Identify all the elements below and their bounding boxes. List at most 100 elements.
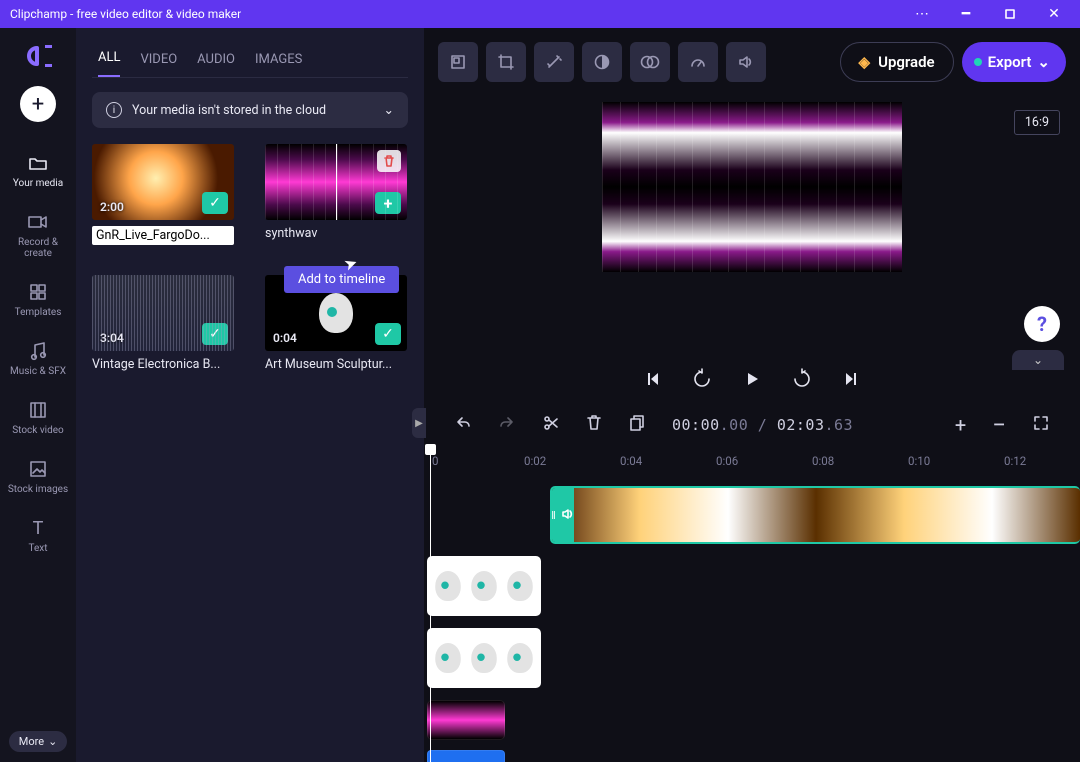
delete-button[interactable]: [586, 414, 602, 436]
undo-button[interactable]: [454, 414, 472, 436]
window-title: Clipchamp - free video editor & video ma…: [10, 7, 902, 21]
rail-label: Music & SFX: [10, 366, 66, 377]
clip-sculpture-1[interactable]: [427, 556, 541, 616]
tab-all[interactable]: ALL: [98, 50, 120, 77]
folder-icon: [27, 152, 49, 174]
redo-button[interactable]: [498, 414, 516, 436]
add-media-button[interactable]: +: [20, 86, 56, 122]
filters-tool[interactable]: [630, 42, 670, 82]
timeline-ruler[interactable]: 0 0:02 0:04 0:06 0:08 0:10 0:12: [424, 448, 1080, 476]
window-close-icon[interactable]: ✕: [1034, 2, 1074, 26]
added-check-icon: ✓: [202, 192, 228, 214]
app-logo: [20, 38, 56, 74]
help-button[interactable]: ?: [1024, 306, 1060, 342]
rail-stock-video[interactable]: Stock video: [0, 391, 76, 444]
add-to-timeline-button[interactable]: +: [375, 192, 401, 214]
left-rail: + Your media Record & create Templates M…: [0, 28, 76, 762]
chevron-down-icon: ⌄: [384, 102, 394, 118]
rail-music-sfx[interactable]: Music & SFX: [0, 332, 76, 385]
rail-label: Templates: [15, 307, 62, 318]
rail-your-media[interactable]: Your media: [0, 144, 76, 197]
rewind-5-icon[interactable]: [691, 368, 713, 390]
ruler-tick: 0:10: [908, 454, 930, 468]
contrast-tool[interactable]: [582, 42, 622, 82]
aspect-ratio-badge[interactable]: 16:9: [1014, 110, 1060, 135]
clip-video-main[interactable]: ‖: [550, 486, 1080, 544]
add-to-timeline-tooltip: Add to timeline: [284, 266, 399, 293]
rail-templates[interactable]: Templates: [0, 273, 76, 326]
rail-label: Stock images: [8, 484, 68, 495]
tab-images[interactable]: IMAGES: [255, 52, 302, 77]
window-minimize-icon[interactable]: ━: [946, 2, 986, 26]
upgrade-button[interactable]: ◈ Upgrade: [840, 42, 954, 82]
skip-start-icon[interactable]: [641, 370, 663, 388]
media-thumb[interactable]: 2:00 ✓: [92, 144, 234, 220]
media-label: GnR_Live_FargoDo...: [92, 226, 234, 245]
duration-badge: 3:04: [100, 331, 124, 345]
zoom-in-button[interactable]: +: [955, 413, 966, 437]
media-thumb[interactable]: 3:04 ✓: [92, 275, 234, 351]
tab-video[interactable]: VIDEO: [140, 52, 177, 77]
pause-bars-icon: ‖: [551, 509, 556, 522]
ruler-tick: 0:06: [716, 454, 738, 468]
cloud-storage-banner[interactable]: i Your media isn't stored in the cloud ⌄: [92, 92, 408, 128]
split-button[interactable]: [542, 414, 560, 436]
timeline: ▶ 00:00.00 / 02:03.63: [424, 402, 1080, 762]
clip-synthwave[interactable]: [427, 700, 505, 740]
window-more-icon[interactable]: ⋯: [902, 2, 942, 26]
rail-record-create[interactable]: Record & create: [0, 203, 76, 267]
chevron-down-icon: ⌄: [48, 735, 57, 748]
layout-tool[interactable]: [438, 42, 478, 82]
text-icon: T: [27, 517, 49, 539]
delete-media-icon[interactable]: [377, 150, 401, 172]
sculpture-icon: [319, 293, 353, 333]
rail-more-button[interactable]: More ⌄: [9, 731, 68, 752]
rail-label: Record & create: [4, 237, 72, 259]
clip-handle[interactable]: ‖: [552, 488, 574, 542]
speed-tool[interactable]: [678, 42, 718, 82]
collapse-preview-button[interactable]: ⌄: [1012, 350, 1064, 370]
media-label: Art Museum Sculptur...: [265, 357, 407, 372]
fit-button[interactable]: [1032, 414, 1050, 436]
clip-audio-icon: [561, 507, 575, 524]
clip-audio[interactable]: [427, 750, 505, 762]
status-dot-icon: [974, 58, 982, 66]
tab-audio[interactable]: AUDIO: [197, 52, 235, 77]
added-check-icon: ✓: [202, 323, 228, 345]
media-card-2[interactable]: + synthwav: [265, 144, 408, 245]
media-thumb[interactable]: +: [265, 144, 407, 220]
video-preview[interactable]: [602, 102, 902, 272]
playhead[interactable]: [430, 448, 431, 762]
zoom-out-button[interactable]: −: [992, 411, 1006, 439]
media-card-1[interactable]: 2:00 ✓ GnR_Live_FargoDo...: [92, 144, 235, 245]
media-card-3[interactable]: 3:04 ✓ Vintage Electronica B...: [92, 275, 235, 372]
rail-label: Stock video: [12, 425, 64, 436]
info-icon: i: [106, 102, 122, 118]
expand-sidebar-button[interactable]: ▶: [412, 408, 426, 438]
ruler-tick: 0:04: [620, 454, 642, 468]
forward-5-icon[interactable]: [791, 368, 813, 390]
camera-icon: [27, 211, 49, 233]
volume-tool[interactable]: [726, 42, 766, 82]
rail-text[interactable]: T Text: [0, 509, 76, 562]
rail-stock-images[interactable]: Stock images: [0, 450, 76, 503]
window-maximize-icon[interactable]: [990, 2, 1030, 26]
ruler-tick: 0: [432, 454, 438, 468]
duplicate-button[interactable]: [628, 414, 646, 436]
duration-badge: 2:00: [100, 200, 124, 214]
play-icon[interactable]: [741, 370, 763, 388]
crop-tool[interactable]: [486, 42, 526, 82]
image-icon: [27, 458, 49, 480]
media-panel: ALL VIDEO AUDIO IMAGES i Your media isn'…: [76, 28, 424, 762]
rail-label: Your media: [13, 178, 63, 189]
transport-controls: [424, 356, 1080, 402]
media-label: Vintage Electronica B...: [92, 357, 234, 372]
timeline-tracks[interactable]: ‖: [424, 476, 1080, 762]
skip-end-icon[interactable]: [841, 370, 863, 388]
ruler-tick: 0:08: [812, 454, 834, 468]
preview-and-timeline: ◈ Upgrade Export ⌄ 16:9 ? ⌄: [424, 28, 1080, 762]
clip-sculpture-2[interactable]: [427, 628, 541, 688]
timeline-toolbar: 00:00.00 / 02:03.63 + −: [424, 402, 1080, 448]
magic-tool[interactable]: [534, 42, 574, 82]
export-button[interactable]: Export ⌄: [962, 42, 1066, 82]
